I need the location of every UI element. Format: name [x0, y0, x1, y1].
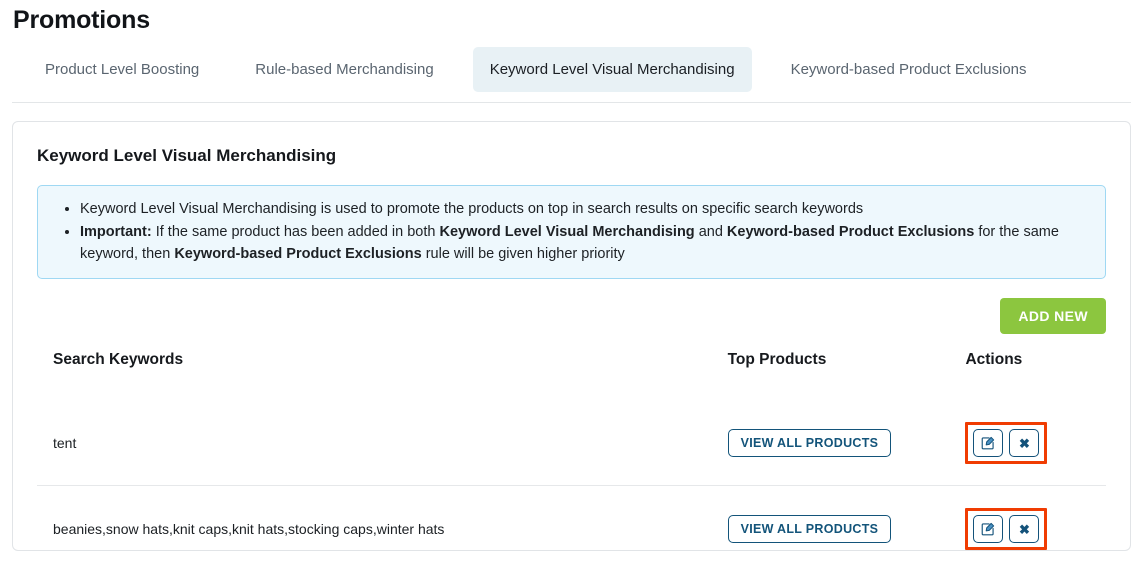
tab-keyword-level-visual-merchandising[interactable]: Keyword Level Visual Merchandising — [473, 47, 752, 92]
table-row: beanies,snow hats,knit caps,knit hats,st… — [37, 486, 1106, 571]
actions-highlight-box: ✖ — [965, 422, 1047, 464]
info-bullet-1: Keyword Level Visual Merchandising is us… — [80, 198, 1087, 220]
table-header: Search Keywords Top Products Actions — [37, 350, 1106, 384]
table-row: tent VIEW ALL PRODUCTS — [37, 384, 1106, 486]
edit-button[interactable] — [973, 429, 1003, 457]
cell-actions: ✖ — [965, 486, 1106, 571]
edit-pencil-icon — [981, 522, 995, 536]
table-header-row: Search Keywords Top Products Actions — [37, 350, 1106, 384]
info-strong-2: Keyword-based Product Exclusions — [727, 224, 974, 240]
view-all-products-button[interactable]: VIEW ALL PRODUCTS — [728, 429, 892, 457]
card-toolbar: ADD NEW — [37, 298, 1106, 334]
tab-bar: Product Level Boosting Rule-based Mercha… — [0, 47, 1143, 103]
column-header-top-products: Top Products — [728, 350, 966, 384]
view-all-products-button[interactable]: VIEW ALL PRODUCTS — [728, 515, 892, 543]
info-bullet-2: Important: If the same product has been … — [80, 221, 1087, 265]
close-x-icon: ✖ — [1019, 437, 1030, 450]
edit-button[interactable] — [973, 515, 1003, 543]
tab-rule-based-merchandising[interactable]: Rule-based Merchandising — [238, 47, 450, 92]
column-header-actions: Actions — [965, 350, 1106, 384]
content-card: Keyword Level Visual Merchandising Keywo… — [12, 121, 1131, 551]
info-text-part-1: If the same product has been added in bo… — [152, 224, 440, 240]
info-important-label: Important: — [80, 224, 152, 240]
page-title: Promotions — [13, 5, 1143, 35]
info-text-part-4: rule will be given higher priority — [422, 246, 625, 262]
add-new-button[interactable]: ADD NEW — [1000, 298, 1106, 334]
info-bullet-list: Keyword Level Visual Merchandising is us… — [56, 198, 1087, 265]
tab-product-level-boosting[interactable]: Product Level Boosting — [28, 47, 216, 92]
tab-keyword-based-product-exclusions[interactable]: Keyword-based Product Exclusions — [774, 47, 1044, 92]
cell-search-keywords: beanies,snow hats,knit caps,knit hats,st… — [37, 486, 728, 571]
delete-button[interactable]: ✖ — [1009, 515, 1039, 543]
close-x-icon: ✖ — [1019, 523, 1030, 536]
keyword-merchandising-table: Search Keywords Top Products Actions ten… — [37, 350, 1106, 571]
cell-actions: ✖ — [965, 384, 1106, 486]
cell-top-products: VIEW ALL PRODUCTS — [728, 384, 966, 486]
info-strong-1: Keyword Level Visual Merchandising — [439, 224, 694, 240]
cell-top-products: VIEW ALL PRODUCTS — [728, 486, 966, 571]
delete-button[interactable]: ✖ — [1009, 429, 1039, 457]
cell-search-keywords: tent — [37, 384, 728, 486]
card-title: Keyword Level Visual Merchandising — [37, 145, 1106, 167]
info-strong-3: Keyword-based Product Exclusions — [174, 246, 421, 262]
table-body: tent VIEW ALL PRODUCTS — [37, 384, 1106, 571]
actions-highlight-box: ✖ — [965, 508, 1047, 550]
info-text-part-2: and — [695, 224, 727, 240]
edit-pencil-icon — [981, 436, 995, 450]
column-header-search-keywords: Search Keywords — [37, 350, 728, 384]
info-callout: Keyword Level Visual Merchandising is us… — [37, 185, 1106, 279]
